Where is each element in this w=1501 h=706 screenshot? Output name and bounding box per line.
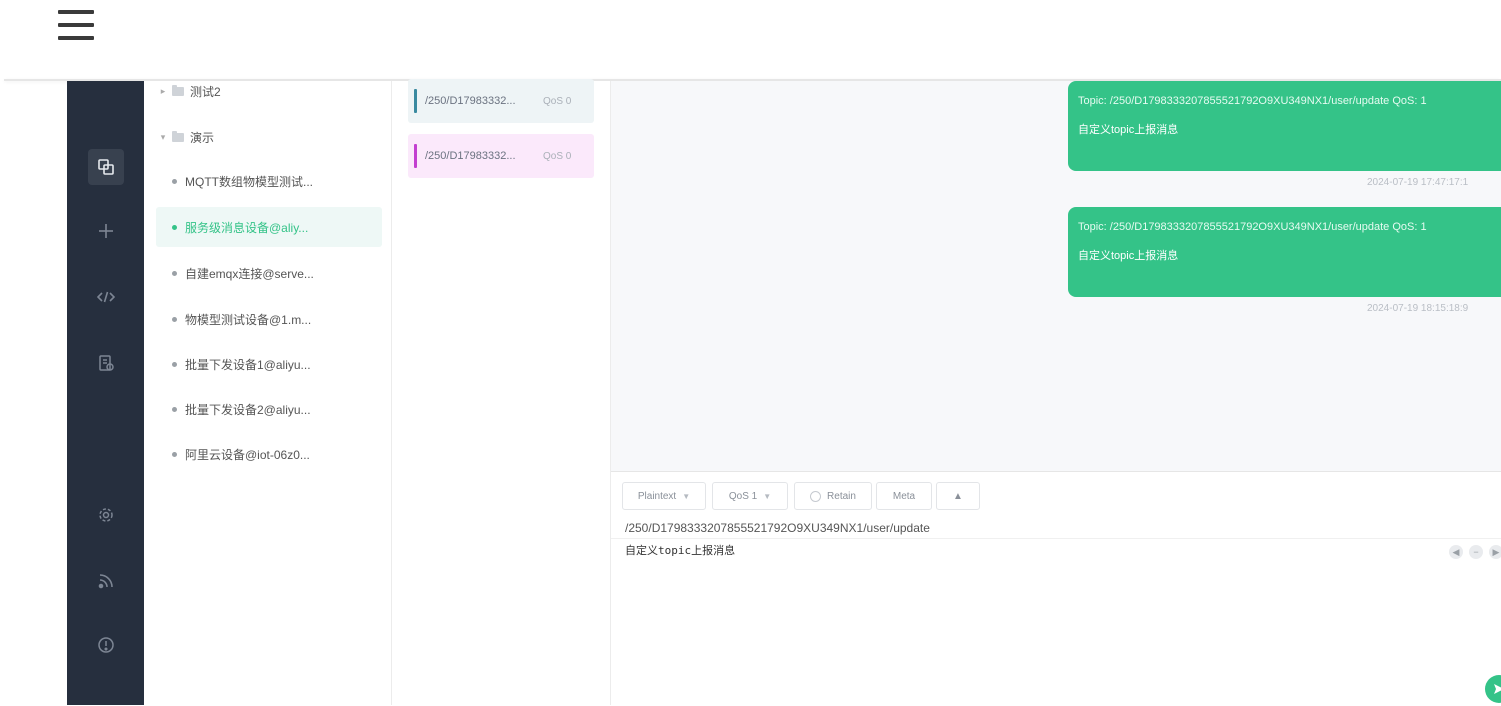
minus-icon[interactable]: − <box>1469 545 1483 559</box>
topic-color-bar <box>414 89 417 113</box>
tree-group[interactable]: ▸ 测试2 <box>156 71 382 111</box>
send-icon[interactable] <box>1485 675 1501 703</box>
message-list: Topic: /250/D1798333207855521792O9XU349N… <box>611 81 1501 471</box>
topic-qos: QoS 0 <box>543 95 572 107</box>
connection-label: 批量下发设备2@aliyu... <box>185 402 311 417</box>
arrow-right-icon[interactable]: ▶ <box>1489 545 1501 559</box>
connection-label: 服务级消息设备@aliy... <box>185 220 309 235</box>
connection-item[interactable]: 物模型测试设备@1.m... <box>156 299 382 339</box>
topic-name: /250/D17983332... <box>425 150 516 162</box>
plus-icon[interactable] <box>88 213 124 249</box>
topic-item[interactable]: /250/D17983332... QoS 0 <box>408 79 594 123</box>
payload-format-value: Plaintext <box>637 490 677 502</box>
connection-label: 阿里云设备@iot-06z0... <box>185 447 310 462</box>
group-label: 演示 <box>190 130 215 145</box>
topic-color-bar <box>414 144 417 168</box>
chevron-down-icon: ▾ <box>160 131 166 142</box>
connection-label: MQTT数组物模型测试... <box>185 174 313 189</box>
status-dot-icon <box>172 178 177 184</box>
tree-group[interactable]: ▾ 演示 <box>156 117 382 157</box>
connection-item[interactable]: 阿里云设备@iot-06z0... <box>156 434 382 474</box>
message-payload: 自定义topic上报消息 <box>1078 124 1179 136</box>
connection-item[interactable]: MQTT数组物模型测试... <box>156 161 382 201</box>
hamburger-icon[interactable] <box>56 8 96 42</box>
topic-qos: QoS 0 <box>543 150 572 162</box>
meta-button[interactable]: Meta <box>876 482 932 510</box>
status-dot-icon <box>172 316 177 322</box>
connection-item-active[interactable]: 服务级消息设备@aliy... <box>156 207 382 247</box>
message-time: 2024-07-19 18:15:18:9 <box>1367 303 1469 314</box>
connections-panel: ▸ 测试2 ▾ 演示 MQTT数组物模型测试... 服务级消息设备@aliy..… <box>144 81 392 705</box>
payload-format-select[interactable]: Plaintext ▼ <box>622 482 706 510</box>
compose-area: Plaintext ▼ QoS 1 ▼ Retain Meta ▲ 自定义top… <box>611 471 1501 706</box>
info-icon[interactable] <box>88 627 124 663</box>
status-dot-icon <box>172 361 177 367</box>
gear-icon[interactable] <box>88 497 124 533</box>
chevron-down-icon: ▼ <box>763 491 772 501</box>
payload-input[interactable]: 自定义topic上报消息 <box>625 542 1405 692</box>
topic-name: /250/D17983332... <box>425 95 516 107</box>
message-bubble: Topic: /250/D1798333207855521792O9XU349N… <box>1068 81 1501 171</box>
status-dot-icon <box>172 224 177 230</box>
retain-checkbox[interactable]: Retain <box>794 482 872 510</box>
status-dot-icon <box>172 270 177 276</box>
icon-sidebar <box>67 81 144 705</box>
message-topic: Topic: /250/D1798333207855521792O9XU349N… <box>1078 95 1427 107</box>
topic-input[interactable] <box>625 518 1485 538</box>
expand-button[interactable]: ▲ <box>936 482 980 510</box>
chevron-right-icon: ▸ <box>160 85 166 96</box>
message-time: 2024-07-19 17:47:17:1 <box>1367 177 1469 188</box>
caret-up-icon: ▲ <box>953 490 963 502</box>
topic-item[interactable]: /250/D17983332... QoS 0 <box>408 134 594 178</box>
connection-label: 自建emqx连接@serve... <box>185 266 314 281</box>
folder-icon <box>172 84 184 96</box>
log-icon[interactable] <box>88 345 124 381</box>
radio-icon <box>810 490 822 502</box>
message-bubble: Topic: /250/D1798333207855521792O9XU349N… <box>1068 207 1501 297</box>
feed-icon[interactable] <box>88 563 124 599</box>
connection-label: 批量下发设备1@aliyu... <box>185 357 311 372</box>
connection-label: 物模型测试设备@1.m... <box>185 312 312 327</box>
meta-label: Meta <box>892 490 916 502</box>
message-topic: Topic: /250/D1798333207855521792O9XU349N… <box>1078 221 1427 233</box>
message-payload: 自定义topic上报消息 <box>1078 250 1179 262</box>
folder-icon <box>172 130 184 142</box>
connection-item[interactable]: 批量下发设备2@aliyu... <box>156 389 382 429</box>
group-label: 测试2 <box>190 84 221 99</box>
connection-item[interactable]: 自建emqx连接@serve... <box>156 253 382 293</box>
connections-icon[interactable] <box>88 149 124 185</box>
qos-select[interactable]: QoS 1 ▼ <box>712 482 788 510</box>
status-dot-icon <box>172 406 177 412</box>
top-bar <box>0 0 1501 80</box>
connection-item[interactable]: 批量下发设备1@aliyu... <box>156 344 382 384</box>
chevron-down-icon: ▼ <box>682 491 691 501</box>
retain-label: Retain <box>827 490 856 502</box>
status-dot-icon <box>172 451 177 457</box>
code-icon[interactable] <box>88 279 124 315</box>
qos-value: QoS 1 <box>728 490 758 502</box>
topics-panel: /250/D17983332... QoS 0 /250/D17983332..… <box>392 79 611 705</box>
arrow-left-icon[interactable]: ◀ <box>1449 545 1463 559</box>
compose-divider <box>611 538 1501 539</box>
